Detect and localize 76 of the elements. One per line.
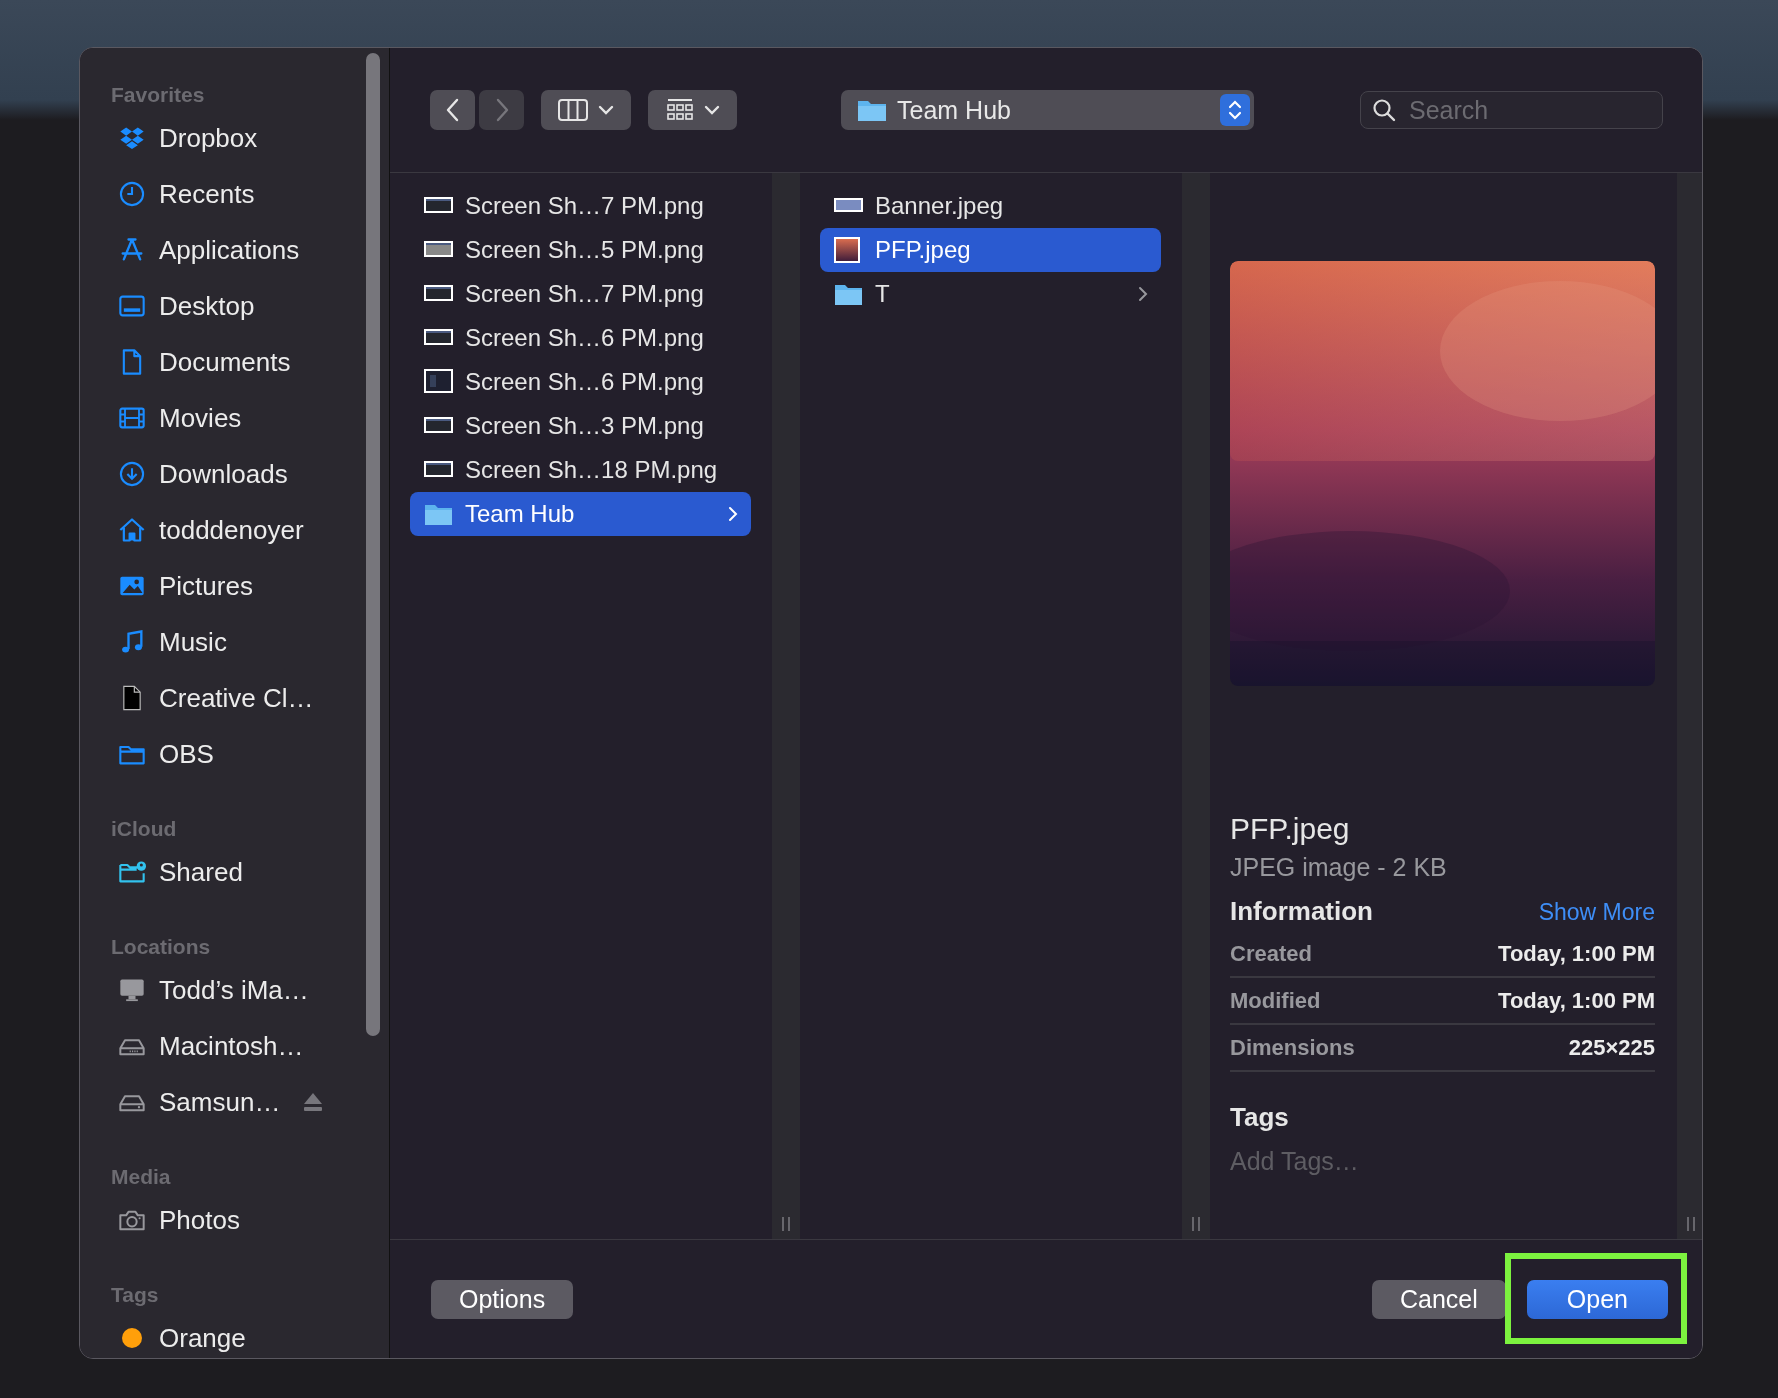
sidebar-item[interactable]: Samsun… bbox=[80, 1074, 389, 1130]
dialog-button[interactable]: Cancel bbox=[1372, 1279, 1506, 1319]
sidebar-item[interactable]: Recents bbox=[80, 166, 389, 222]
sidebar-item[interactable]: Orange bbox=[80, 1310, 389, 1358]
tags-field[interactable]: Add Tags… bbox=[1230, 1147, 1630, 1176]
sidebar-item[interactable]: Todd’s iMa… bbox=[80, 962, 389, 1018]
section-header: Media bbox=[110, 1164, 172, 1190]
resize-handle-icon bbox=[1685, 1217, 1696, 1231]
caret-icon bbox=[703, 105, 720, 115]
sidebar-item[interactable]: Creative Cl… bbox=[80, 670, 389, 726]
columns-icon bbox=[558, 99, 588, 121]
file-row[interactable]: Screen Sh…7 PM.png bbox=[410, 184, 751, 228]
group-button[interactable] bbox=[648, 90, 737, 130]
detail-value: Today, 1:00 PM bbox=[1498, 940, 1655, 967]
file-row[interactable]: PFP.jpeg bbox=[820, 228, 1161, 272]
section-header: Favorites bbox=[110, 82, 206, 108]
download-icon bbox=[118, 460, 146, 488]
sidebar-item[interactable]: Shared bbox=[80, 844, 389, 900]
folder-icon bbox=[833, 282, 863, 306]
section-heading: Tags bbox=[1230, 1102, 1290, 1133]
sidebar-item[interactable]: Photos bbox=[80, 1192, 389, 1248]
file-row[interactable]: Screen Sh…5 PM.png bbox=[410, 228, 751, 272]
detail-label: Created bbox=[1230, 940, 1312, 967]
image-thumbnail-icon bbox=[833, 237, 863, 263]
sidebar-item[interactable]: Macintosh… bbox=[80, 1018, 389, 1074]
sidebar-item[interactable]: Music bbox=[80, 614, 389, 670]
image-thumbnail-icon bbox=[423, 369, 453, 395]
file-row[interactable]: Screen Sh…6 PM.png bbox=[410, 360, 751, 404]
section-header: iCloud bbox=[110, 816, 178, 842]
scrollbar[interactable] bbox=[366, 53, 380, 1036]
chevron-icon bbox=[727, 505, 739, 523]
detail-label: Dimensions bbox=[1230, 1034, 1355, 1061]
detail-label: Modified bbox=[1230, 987, 1321, 1014]
sidebar-item[interactable]: Applications bbox=[80, 222, 389, 278]
section-heading: Information bbox=[1230, 896, 1373, 927]
view-mode-button[interactable] bbox=[541, 90, 631, 130]
file-row[interactable]: Team Hub bbox=[410, 492, 751, 536]
file-row[interactable]: Screen Sh…3 PM.png bbox=[410, 404, 751, 448]
sidebar-item[interactable]: Documents bbox=[80, 334, 389, 390]
path-popup[interactable]: Team Hub bbox=[841, 90, 1254, 130]
sidebar-item[interactable]: Pictures bbox=[80, 558, 389, 614]
sidebar-item[interactable]: OBS bbox=[80, 726, 389, 782]
sidebar-item[interactable]: Dropbox bbox=[80, 110, 389, 166]
file-row[interactable]: Banner.jpeg bbox=[820, 184, 1161, 228]
home-icon bbox=[118, 516, 146, 544]
eject-icon bbox=[302, 1092, 325, 1112]
file-type: JPEG image - 2 KB bbox=[1230, 853, 1448, 882]
resize-handle-icon bbox=[1191, 1217, 1201, 1231]
file-name: PFP.jpeg bbox=[1230, 811, 1351, 847]
section-header: Tags bbox=[110, 1282, 160, 1308]
grid-icon bbox=[665, 98, 694, 122]
dialog-button[interactable]: Options bbox=[431, 1279, 574, 1319]
up-down-arrows-icon bbox=[1227, 98, 1243, 122]
open-button[interactable]: Open bbox=[1526, 1279, 1668, 1319]
caret-icon bbox=[598, 105, 614, 115]
search-icon bbox=[1372, 98, 1396, 122]
file-row[interactable]: Screen Sh…7 PM.png bbox=[410, 272, 751, 316]
sidebar-item[interactable]: todddenoyer bbox=[80, 502, 389, 558]
file-row[interactable]: Screen Sh…6 PM.png bbox=[410, 316, 751, 360]
chevron-icon bbox=[1137, 285, 1149, 303]
folder-icon bbox=[857, 98, 887, 122]
folder-icon bbox=[423, 502, 453, 526]
sidebar-item[interactable]: Movies bbox=[80, 390, 389, 446]
resize-handle-icon bbox=[781, 1217, 791, 1231]
show-more-link[interactable]: Show More bbox=[1538, 899, 1655, 926]
chevron-icon bbox=[444, 97, 461, 123]
search-field[interactable]: Search bbox=[1360, 91, 1663, 129]
section-header: Locations bbox=[110, 934, 212, 960]
clock-icon bbox=[118, 180, 146, 208]
sidebar-item[interactable]: Desktop bbox=[80, 278, 389, 334]
back-button[interactable] bbox=[430, 90, 475, 130]
file-row[interactable]: T bbox=[820, 272, 1161, 316]
detail-value: 225×225 bbox=[1568, 1034, 1655, 1061]
file-row[interactable]: Screen Sh…18 PM.png bbox=[410, 448, 751, 492]
detail-value: Today, 1:00 PM bbox=[1498, 987, 1655, 1014]
sidebar-item[interactable]: Downloads bbox=[80, 446, 389, 502]
